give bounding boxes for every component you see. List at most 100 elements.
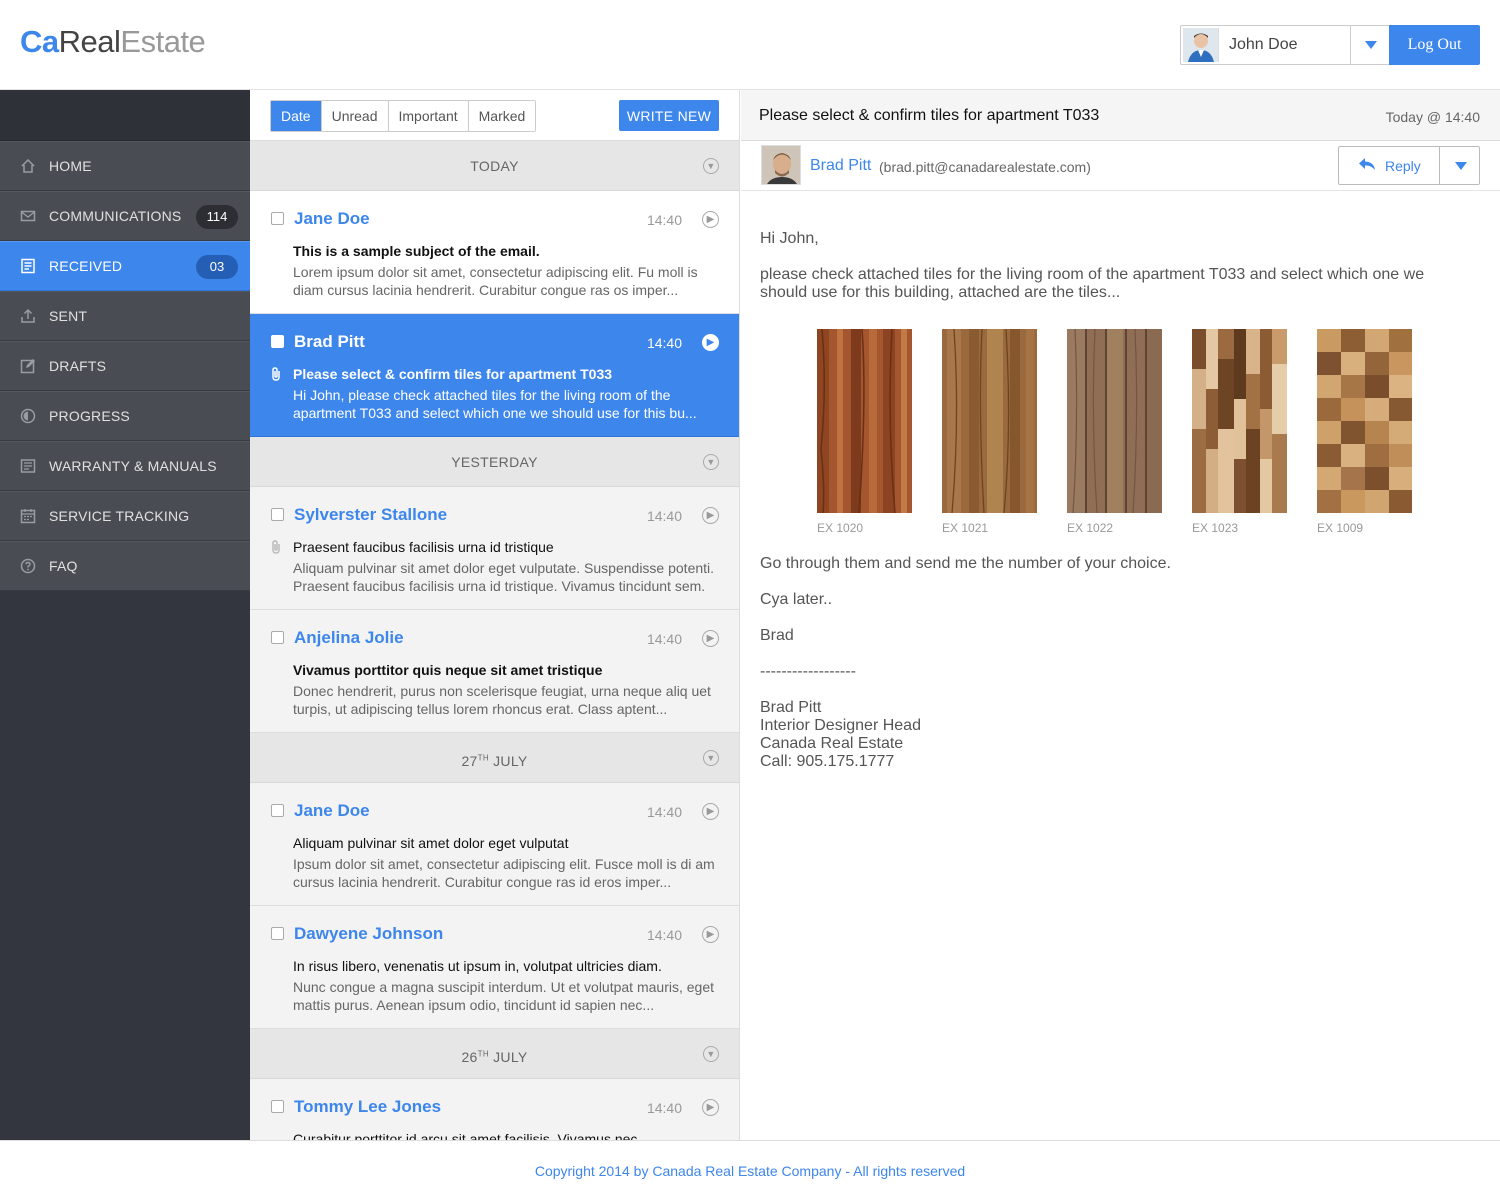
filter-unread[interactable]: Unread — [321, 101, 389, 131]
sidebar-top — [0, 90, 250, 141]
list-item[interactable]: Jane Doe 14:40 ▶ This is a sample subjec… — [250, 191, 739, 314]
calendar-icon — [20, 508, 36, 524]
caret-down-icon — [1365, 41, 1377, 49]
list-item[interactable]: Brad Pitt 14:40 ▶ Please select & confir… — [250, 314, 739, 437]
mail-checkbox[interactable] — [271, 335, 284, 348]
tile-attachment[interactable]: EX 1021 — [942, 328, 1037, 535]
sidebar-item-warranty[interactable]: WARRANTY & MANUALS — [0, 441, 250, 491]
sender-name[interactable]: Brad Pitt — [810, 157, 871, 175]
tile-code: EX 1020 — [817, 521, 864, 535]
mail-checkbox[interactable] — [271, 212, 284, 225]
signature-separator: ------------------ — [760, 663, 856, 680]
chevron-right-icon[interactable]: ▶ — [702, 630, 719, 647]
mail-sender: Dawyene Johnson — [294, 924, 444, 943]
signature-name: Brad Pitt — [760, 699, 822, 716]
mail-time: 14:40 — [646, 927, 682, 943]
list-item[interactable]: Sylverster Stallone 14:40 ▶ Praesent fau… — [250, 487, 739, 610]
message-paragraph: please check attached tiles for the livi… — [760, 266, 1425, 301]
message-body-continued: Go through them and send me the number o… — [760, 555, 1460, 771]
envelope-icon — [20, 208, 36, 224]
mail-time: 14:40 — [646, 212, 682, 228]
mail-checkbox[interactable] — [271, 804, 284, 817]
chevron-down-icon[interactable]: ▼ — [703, 1046, 719, 1062]
chevron-down-icon[interactable]: ▼ — [703, 158, 719, 174]
inbox-icon — [20, 258, 36, 274]
sender-avatar-icon — [762, 146, 800, 184]
tile-code: EX 1022 — [1067, 521, 1114, 535]
chevron-down-icon[interactable]: ▼ — [703, 750, 719, 766]
signature-phone: Call: 905.175.1777 — [760, 753, 895, 770]
filter-important[interactable]: Important — [388, 101, 469, 131]
user-menu[interactable]: John Doe — [1180, 25, 1390, 65]
list-item[interactable]: Tommy Lee Jones 14:40 ▶ Curabitur portti… — [250, 1079, 739, 1140]
mail-subject: In risus libero, venenatis ut ipsum in, … — [293, 958, 662, 974]
sidebar-item-home[interactable]: HOME — [0, 141, 250, 191]
reading-pane: Please select & confirm tiles for apartm… — [741, 90, 1500, 1140]
group-header-today[interactable]: TODAY ▼ — [250, 141, 739, 191]
logo-estate: Estate — [120, 24, 206, 59]
logo[interactable]: CaRealEstate — [20, 24, 206, 60]
sidebar-item-progress[interactable]: PROGRESS — [0, 391, 250, 441]
user-name: John Doe — [1229, 36, 1298, 53]
tile-attachment[interactable]: EX 1022 — [1067, 328, 1162, 535]
sidebar-item-label: SENT — [49, 308, 88, 324]
sidebar-item-service-tracking[interactable]: SERVICE TRACKING — [0, 491, 250, 541]
chevron-right-icon[interactable]: ▶ — [702, 1099, 719, 1116]
sidebar-item-label: RECEIVED — [49, 258, 123, 274]
mail-sender: Tommy Lee Jones — [294, 1097, 442, 1116]
sidebar-item-label: SERVICE TRACKING — [49, 508, 190, 524]
mail-checkbox[interactable] — [271, 1100, 284, 1113]
message-date: Today @ 14:40 — [1385, 109, 1480, 125]
filter-date[interactable]: Date — [271, 101, 322, 131]
message-body: Hi John, please check attached tiles for… — [760, 230, 1460, 320]
mail-subject: This is a sample subject of the email. — [293, 243, 540, 259]
chevron-right-icon[interactable]: ▶ — [702, 334, 719, 351]
tile-code: EX 1009 — [1317, 521, 1364, 535]
message-paragraph: Cya later.. — [760, 591, 833, 608]
reply-button[interactable]: Reply — [1339, 147, 1440, 184]
tile-attachment[interactable]: EX 1023 — [1192, 329, 1287, 535]
group-header-jul27[interactable]: 27TH JULY ▼ — [250, 733, 739, 783]
write-new-button[interactable]: WRITE NEW — [619, 100, 719, 131]
sidebar-item-faq[interactable]: FAQ — [0, 541, 250, 591]
mail-checkbox[interactable] — [271, 631, 284, 644]
filter-tabs: Date Unread Important Marked — [270, 100, 537, 132]
edit-icon — [20, 358, 36, 374]
group-label: YESTERDAY — [451, 454, 538, 470]
list-item[interactable]: Dawyene Johnson 14:40 ▶ In risus libero,… — [250, 906, 739, 1029]
group-day: 26 — [461, 1048, 478, 1065]
filter-marked[interactable]: Marked — [468, 101, 536, 131]
reply-dropdown-button[interactable] — [1441, 147, 1479, 184]
footer: Copyright 2014 by Canada Real Estate Com… — [0, 1140, 1500, 1200]
user-avatar-icon — [1183, 28, 1218, 62]
group-header-jul26[interactable]: 26TH JULY ▼ — [250, 1029, 739, 1079]
tile-attachment[interactable]: EX 1020 — [817, 328, 912, 535]
chevron-right-icon[interactable]: ▶ — [702, 507, 719, 524]
chevron-right-icon[interactable]: ▶ — [702, 803, 719, 820]
logout-button[interactable]: Log Out — [1389, 25, 1480, 65]
sidebar-item-communications[interactable]: COMMUNICATIONS 114 — [0, 191, 250, 241]
chevron-down-icon[interactable]: ▼ — [703, 454, 719, 470]
list-item[interactable]: Anjelina Jolie 14:40 ▶ Vivamus porttitor… — [250, 610, 739, 733]
chevron-right-icon[interactable]: ▶ — [702, 926, 719, 943]
mail-preview: Ipsum dolor sit amet, consectetur adipis… — [293, 856, 715, 890]
mail-checkbox[interactable] — [271, 508, 284, 521]
tile-image — [1317, 329, 1412, 513]
app-header: CaRealEstate John Doe Log Out — [0, 0, 1500, 90]
list-item[interactable]: Jane Doe 14:40 ▶ Aliquam pulvinar sit am… — [250, 783, 739, 906]
sidebar-item-label: FAQ — [49, 558, 78, 574]
tile-image — [1067, 328, 1162, 514]
list-toolbar: Date Unread Important Marked WRITE NEW — [250, 90, 739, 141]
mail-preview: Nunc congue a magna suscipit interdum. U… — [293, 979, 714, 1013]
sidebar-item-drafts[interactable]: DRAFTS — [0, 341, 250, 391]
mail-checkbox[interactable] — [271, 927, 284, 940]
chevron-right-icon[interactable]: ▶ — [702, 211, 719, 228]
sidebar-item-received[interactable]: RECEIVED 03 — [0, 241, 250, 291]
group-header-yesterday[interactable]: YESTERDAY ▼ — [250, 437, 739, 487]
tile-attachment[interactable]: EX 1009 — [1317, 329, 1412, 535]
copyright-text: Copyright 2014 by Canada Real Estate Com… — [534, 1163, 966, 1179]
user-dropdown-button[interactable] — [1350, 26, 1390, 64]
message-greeting: Hi John, — [760, 230, 819, 247]
sidebar-item-sent[interactable]: SENT — [0, 291, 250, 341]
mail-preview: Lorem ipsum dolor sit amet, consectetur … — [293, 264, 698, 298]
